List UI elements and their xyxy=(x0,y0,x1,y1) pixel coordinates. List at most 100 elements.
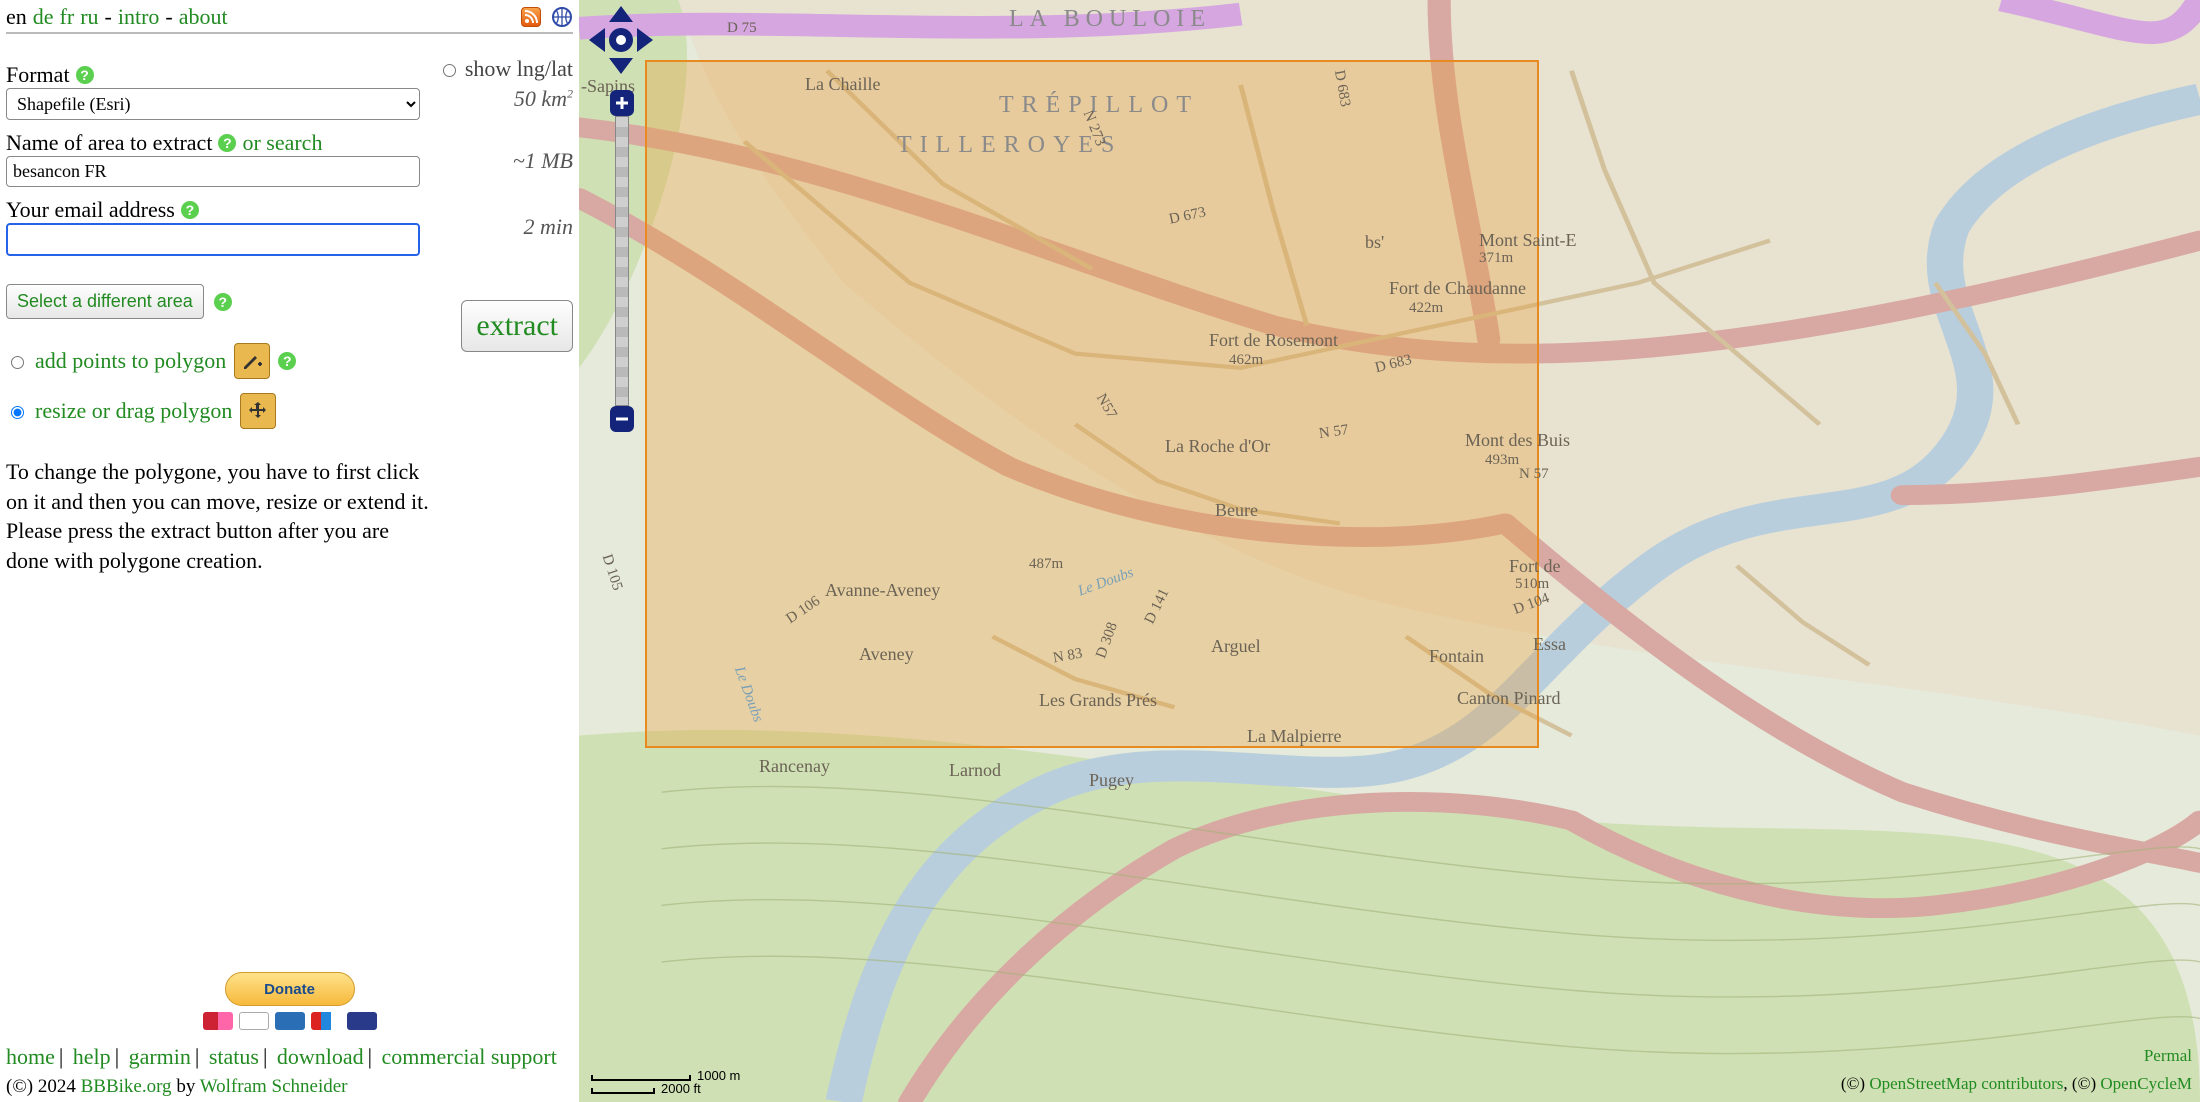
elev-label: 493m xyxy=(1485,452,1519,469)
footer-links: home| help| garmin| status| download| co… xyxy=(6,1038,573,1070)
garmin-link[interactable]: garmin xyxy=(129,1044,191,1069)
rss-icon[interactable] xyxy=(521,7,541,27)
place-label: Beure xyxy=(1215,500,1258,521)
lang-switcher: en de fr ru - intro - about xyxy=(6,4,228,30)
pan-left-icon xyxy=(589,28,605,52)
help-icon[interactable]: ? xyxy=(214,293,232,311)
elev-label: 462m xyxy=(1229,352,1263,369)
topbar: en de fr ru - intro - about xyxy=(6,4,573,34)
pan-down-icon xyxy=(609,58,633,74)
help-icon[interactable]: ? xyxy=(181,201,199,219)
pencil-plus-icon[interactable] xyxy=(234,343,270,379)
help-icon[interactable]: ? xyxy=(278,352,296,370)
email-input[interactable] xyxy=(6,223,420,256)
move-arrows-icon[interactable] xyxy=(240,393,276,429)
or-search-link[interactable]: or search xyxy=(242,130,322,156)
donate-area: Donate xyxy=(6,962,573,1038)
place-label: La Malpierre xyxy=(1247,726,1341,747)
resize-drag-link[interactable]: resize or drag polygon xyxy=(35,398,232,424)
place-label: Essa xyxy=(1533,634,1566,655)
map-background xyxy=(579,0,2200,1102)
area-input[interactable] xyxy=(6,156,420,187)
place-label: Rancenay xyxy=(759,756,830,777)
sidebar: en de fr ru - intro - about Format ? Sha xyxy=(0,0,579,1102)
debit-icon xyxy=(347,1012,377,1030)
help-link[interactable]: help xyxy=(73,1044,111,1069)
add-points-radio[interactable] xyxy=(11,356,24,369)
globe-icon[interactable] xyxy=(551,6,573,28)
place-label: Fontain xyxy=(1429,646,1484,667)
place-label: bs' xyxy=(1365,232,1384,253)
map-pane[interactable]: LA BOULOIE TRÉPILLOT TILLEROYES La Chail… xyxy=(579,0,2200,1102)
help-icon[interactable]: ? xyxy=(218,134,236,152)
format-select[interactable]: Shapefile (Esri) xyxy=(6,88,420,120)
pan-right-icon xyxy=(637,28,653,52)
place-label: Canton Pinard xyxy=(1457,688,1561,709)
show-lnglat-radio[interactable] xyxy=(443,64,456,77)
map-attribution: (©) OpenStreetMap contributors, (©) Open… xyxy=(1841,1074,2192,1094)
lang-fr-link[interactable]: fr xyxy=(60,4,75,30)
pan-up-icon xyxy=(609,6,633,22)
place-label: Fort de Rosemont xyxy=(1209,330,1338,351)
stats-panel: show lng/lat 50 km2 ~1 MB 2 min extract xyxy=(433,56,573,576)
place-label: Mont des Buis xyxy=(1465,430,1570,451)
commercial-link[interactable]: commercial support xyxy=(382,1044,557,1069)
help-icon[interactable]: ? xyxy=(76,66,94,84)
zoom-slider[interactable] xyxy=(615,116,629,406)
place-label: LA BOULOIE xyxy=(1009,6,1211,33)
place-label: Fort de Chaudanne xyxy=(1389,278,1526,299)
home-link[interactable]: home xyxy=(6,1044,55,1069)
permalink-link[interactable]: Permal xyxy=(2144,1046,2192,1066)
area-label: Name of area to extract xyxy=(6,130,212,156)
elev-label: 487m xyxy=(1029,556,1063,573)
area-km: 50 km xyxy=(514,86,567,111)
ocm-link[interactable]: OpenCycleM xyxy=(2100,1074,2192,1093)
lang-ru-link[interactable]: ru xyxy=(80,4,98,30)
extract-button[interactable]: extract xyxy=(461,300,573,352)
about-link[interactable]: about xyxy=(179,4,228,30)
place-label: Arguel xyxy=(1211,636,1261,657)
giropay-icon xyxy=(311,1012,341,1030)
time-estimate: 2 min xyxy=(433,214,573,240)
road-label: N 57 xyxy=(1519,466,1549,483)
lang-current: en xyxy=(6,4,27,30)
show-lnglat-label: show lng/lat xyxy=(465,56,573,82)
select-area-button[interactable]: Select a different area xyxy=(6,284,204,319)
zoom-in-button[interactable] xyxy=(610,90,634,116)
osm-link[interactable]: OpenStreetMap contributors xyxy=(1869,1074,2063,1093)
place-label: Pugey xyxy=(1089,770,1134,791)
place-label: Mont Saint-E xyxy=(1479,230,1577,251)
lang-de-link[interactable]: de xyxy=(33,4,54,30)
status-link[interactable]: status xyxy=(209,1044,259,1069)
zoom-control[interactable] xyxy=(609,90,635,432)
download-link[interactable]: download xyxy=(277,1044,364,1069)
format-label: Format xyxy=(6,62,70,88)
amex-icon xyxy=(275,1012,305,1030)
place-label: Larnod xyxy=(949,760,1001,781)
size-estimate: ~1 MB xyxy=(433,148,573,174)
bbbike-link[interactable]: BBBike.org xyxy=(81,1076,172,1097)
author-link[interactable]: Wolfram Schneider xyxy=(200,1076,348,1097)
donate-button[interactable]: Donate xyxy=(225,972,355,1006)
place-label: Les Grands Prés xyxy=(1039,690,1157,711)
place-label: Avanne-Aveney xyxy=(825,580,940,601)
email-label: Your email address xyxy=(6,197,175,223)
place-label: TRÉPILLOT xyxy=(999,92,1199,119)
elev-label: 371m xyxy=(1479,250,1513,267)
visa-icon xyxy=(239,1012,269,1030)
scalebar: 1000 m 2000 ft xyxy=(591,1068,740,1096)
mastercard-icon xyxy=(203,1012,233,1030)
intro-link[interactable]: intro xyxy=(118,4,160,30)
copyright: (©) 2024 BBBike.org by Wolfram Schneider xyxy=(6,1070,573,1098)
pan-control[interactable] xyxy=(589,6,653,96)
form-area: Format ? Shapefile (Esri) Name of area t… xyxy=(6,56,573,576)
add-points-link[interactable]: add points to polygon xyxy=(35,348,226,374)
place-label: Aveney xyxy=(859,644,914,665)
zoom-out-button[interactable] xyxy=(610,406,634,432)
place-label: La Chaille xyxy=(805,74,880,95)
sep: - xyxy=(105,4,112,30)
road-label: D 75 xyxy=(727,20,757,37)
instructions-text: To change the polygone, you have to firs… xyxy=(6,457,433,576)
resize-drag-radio[interactable] xyxy=(11,406,24,419)
sep: - xyxy=(165,4,172,30)
